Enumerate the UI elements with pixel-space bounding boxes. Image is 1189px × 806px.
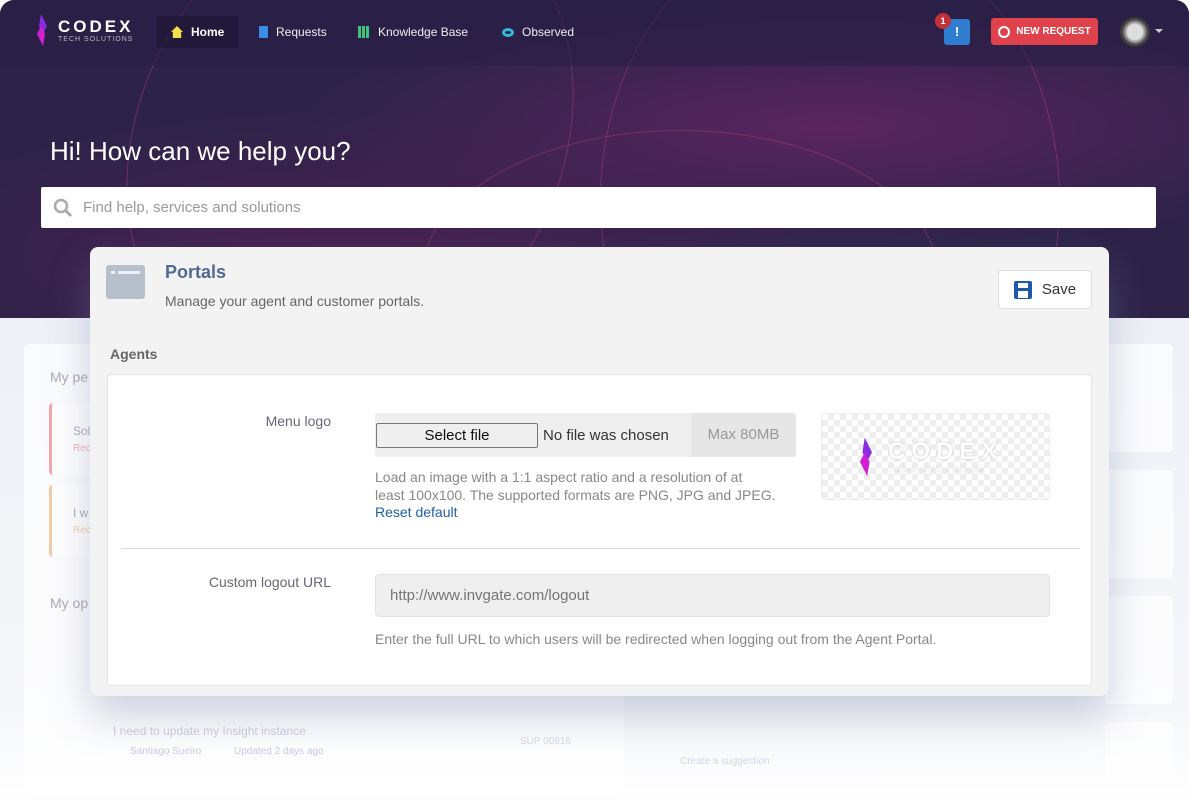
nav-observed-label: Observed <box>522 25 575 39</box>
max-size-label: Max 80MB <box>691 413 796 457</box>
chevron-down-icon[interactable] <box>1155 29 1163 37</box>
background-panel <box>1105 470 1173 578</box>
menu-logo-help-line1: Load an image with a 1:1 aspect ratio an… <box>375 469 743 485</box>
background-panel <box>1105 344 1173 452</box>
user-avatar[interactable] <box>1120 17 1150 47</box>
portals-modal: Portals Manage your agent and customer p… <box>90 247 1109 696</box>
search-icon <box>53 198 73 217</box>
save-label: Save <box>1041 281 1077 298</box>
select-file-button[interactable]: Select file <box>376 422 538 448</box>
menu-logo-label: Menu logo <box>265 413 331 429</box>
nav-home-label: Home <box>191 25 225 39</box>
new-request-button[interactable]: NEW REQUEST <box>991 18 1098 45</box>
pending-item-title: Sol <box>73 424 91 438</box>
logo-preview: CODEX TECH SOLUTIONS <box>821 413 1050 500</box>
exclamation-icon: ! <box>954 24 960 39</box>
create-suggestion-link[interactable]: Create a suggestion <box>680 756 770 767</box>
background-panel <box>1105 596 1173 704</box>
my-open-heading: My op <box>50 595 89 611</box>
logout-url-help: Enter the full URL to which users will b… <box>375 631 937 647</box>
logout-url-label: Custom logout URL <box>208 574 331 590</box>
brand-name: CODEX <box>58 16 134 36</box>
books-icon <box>358 26 370 38</box>
pending-item-title: I w <box>73 506 89 520</box>
pending-item-status: Rec <box>73 443 91 454</box>
headset-icon <box>998 25 1011 38</box>
request-user: Santiago Sueiro <box>130 746 202 757</box>
pending-item-status: Rec <box>73 525 91 536</box>
codex-logo-icon <box>860 437 872 476</box>
menu-logo-file-input[interactable]: Select file No file was chosen Max 80MB <box>375 413 796 457</box>
codex-logo-icon <box>37 14 47 46</box>
nav-knowledge-base-label: Knowledge Base <box>378 25 469 39</box>
preview-brand-sub: TECH SOLUTIONS <box>888 466 987 475</box>
logout-url-input[interactable] <box>375 574 1050 617</box>
section-heading-agents: Agents <box>110 346 158 362</box>
greeting-heading: Hi! How can we help you? <box>50 136 351 166</box>
menu-logo-help-line2: least 100x100. The supported formats are… <box>375 487 776 503</box>
modal-title: Portals <box>165 262 227 282</box>
browser-window-icon <box>106 265 145 299</box>
modal-subtitle: Manage your agent and customer portals. <box>165 293 425 309</box>
nav-requests[interactable]: Requests <box>245 16 341 48</box>
new-request-label: NEW REQUEST <box>1016 26 1091 37</box>
divider <box>121 548 1080 549</box>
nav-observed[interactable]: Observed <box>488 16 588 48</box>
save-button[interactable]: Save <box>998 270 1092 309</box>
search-input[interactable] <box>83 199 1156 216</box>
agents-settings-card: Menu logo Select file No file was chosen… <box>107 374 1092 686</box>
background-panel <box>1105 722 1173 782</box>
request-id: SUP 00816 <box>520 736 571 747</box>
eye-icon <box>502 27 514 37</box>
reset-default-link[interactable]: Reset default <box>375 504 458 520</box>
alert-count-badge: 1 <box>935 13 951 29</box>
file-status: No file was chosen <box>543 426 669 444</box>
nav-knowledge-base[interactable]: Knowledge Base <box>344 16 482 48</box>
brand-logo[interactable]: CODEX TECH SOLUTIONS <box>32 12 133 48</box>
my-pending-heading: My pe <box>50 369 89 385</box>
nav-requests-label: Requests <box>276 25 327 39</box>
nav-home[interactable]: Home <box>157 16 239 48</box>
preview-brand: CODEX <box>888 438 1004 465</box>
top-navbar: CODEX TECH SOLUTIONS Home Requests Knowle… <box>0 0 1189 66</box>
request-updated: Updated 2 days ago <box>234 746 324 757</box>
request-icon <box>259 26 268 38</box>
brand-subtitle: TECH SOLUTIONS <box>58 35 134 43</box>
request-title: I need to update my Insight instance <box>113 724 306 738</box>
search-bar <box>41 187 1156 228</box>
home-icon <box>171 26 183 38</box>
floppy-disk-icon <box>1013 280 1032 299</box>
